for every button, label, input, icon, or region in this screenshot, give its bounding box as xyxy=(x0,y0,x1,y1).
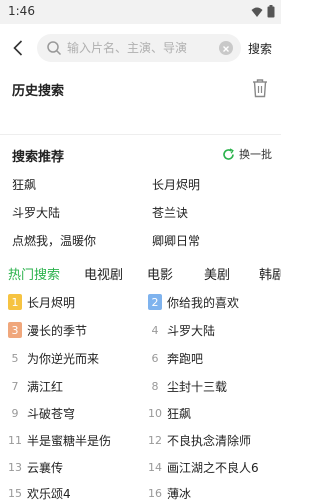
hot-list-item[interactable]: 8 尘封十三载 xyxy=(148,375,228,397)
rank-number: 16 xyxy=(148,486,162,500)
hot-title: 漫长的季节 xyxy=(27,323,88,338)
hot-title: 云襄传 xyxy=(27,460,64,475)
recommend-item[interactable]: 苍兰诀 xyxy=(152,204,188,221)
tab-hot[interactable]: 热门搜索 xyxy=(8,264,60,283)
hot-list-item[interactable]: 16 薄冰 xyxy=(148,482,191,500)
trash-icon[interactable] xyxy=(251,78,269,98)
tab-movie[interactable]: 电影 xyxy=(147,264,173,283)
hot-list-item[interactable]: 4 斗罗大陆 xyxy=(148,319,216,341)
hot-list-item[interactable]: 9 斗破苍穹 xyxy=(8,402,76,424)
section-divider xyxy=(0,134,281,135)
clear-x-icon xyxy=(223,46,229,52)
hot-list-item[interactable]: 14 画江湖之不良人6 xyxy=(148,456,259,478)
rank-number: 8 xyxy=(151,379,159,393)
recommend-item[interactable]: 卿卿日常 xyxy=(152,232,200,249)
status-icons xyxy=(251,5,275,18)
back-arrow-icon xyxy=(13,40,23,56)
hot-title: 满江红 xyxy=(27,379,64,394)
rank-number: 5 xyxy=(11,351,19,365)
clear-icon[interactable] xyxy=(219,41,233,55)
rank-number: 4 xyxy=(151,323,159,337)
rank-number: 14 xyxy=(148,460,162,474)
hot-title: 奔跑吧 xyxy=(167,351,204,366)
search-input[interactable] xyxy=(67,38,217,58)
rank-number: 10 xyxy=(148,406,162,420)
history-title: 历史搜索 xyxy=(12,84,65,99)
search-button[interactable]: 搜索 xyxy=(248,40,272,57)
recommend-item[interactable]: 斗罗大陆 xyxy=(12,204,60,221)
recommend-item[interactable]: 长月烬明 xyxy=(152,176,200,193)
rank-number: 12 xyxy=(148,433,162,447)
hot-list-item[interactable]: 15 欢乐颂4 xyxy=(8,482,71,500)
rank-badge: 1 xyxy=(8,294,22,310)
hot-list-item[interactable]: 2 你给我的喜欢 xyxy=(148,291,239,313)
status-time: 1:46 xyxy=(8,4,35,18)
recommend-title: 搜索推荐 xyxy=(12,150,65,165)
recommend-item[interactable]: 点燃我，温暖你 xyxy=(12,232,96,249)
search-icon xyxy=(47,41,62,56)
hot-list-item[interactable]: 5 为你逆光而来 xyxy=(8,347,100,369)
refresh-label: 换一批 xyxy=(239,148,272,161)
hot-title: 为你逆光而来 xyxy=(27,351,100,366)
tab-tv[interactable]: 电视剧 xyxy=(84,264,123,283)
wifi-icon xyxy=(251,7,263,17)
hot-title: 半是蜜糖半是伤 xyxy=(27,433,112,448)
hot-title: 欢乐颂4 xyxy=(27,486,71,500)
hot-list-item[interactable]: 6 奔跑吧 xyxy=(148,347,204,369)
hot-title: 斗破苍穹 xyxy=(27,406,76,421)
hot-title: 斗罗大陆 xyxy=(167,323,216,338)
status-bar: 1:46 xyxy=(0,0,281,24)
rank-number: 11 xyxy=(8,433,22,447)
hot-list-item[interactable]: 12 不良执念清除师 xyxy=(148,429,251,451)
recommend-item[interactable]: 狂飙 xyxy=(12,176,36,193)
rank-badge: 2 xyxy=(148,294,162,310)
rank-number: 13 xyxy=(8,460,22,474)
hot-list-item[interactable]: 13 云襄传 xyxy=(8,456,63,478)
hot-list-item[interactable]: 10 狂飙 xyxy=(148,402,191,424)
hot-title: 不良执念清除师 xyxy=(167,433,252,448)
rank-badge: 3 xyxy=(8,322,22,338)
rank-number: 9 xyxy=(11,406,19,420)
search-header: 搜索 xyxy=(0,28,281,68)
hot-title: 尘封十三载 xyxy=(167,379,228,394)
hot-title: 狂飙 xyxy=(167,406,192,421)
battery-icon xyxy=(267,5,275,18)
search-box[interactable] xyxy=(37,34,241,62)
rank-number: 7 xyxy=(11,379,19,393)
hot-list-item[interactable]: 1 长月烬明 xyxy=(8,291,75,313)
back-button[interactable] xyxy=(8,36,28,60)
rank-number: 15 xyxy=(8,486,22,500)
hot-title: 你给我的喜欢 xyxy=(167,295,240,310)
tab-korean-drama[interactable]: 韩剧 xyxy=(259,264,281,283)
hot-list-item[interactable]: 11 半是蜜糖半是伤 xyxy=(8,429,111,451)
rank-number: 6 xyxy=(151,351,159,365)
hot-title: 画江湖之不良人6 xyxy=(167,460,259,475)
refresh-icon xyxy=(223,147,234,160)
tab-us-drama[interactable]: 美剧 xyxy=(204,264,230,283)
hot-list-item[interactable]: 7 满江红 xyxy=(8,375,64,397)
hot-list-item[interactable]: 3 漫长的季节 xyxy=(8,319,87,341)
category-tabs: 热门搜索 电视剧 电影 美剧 韩剧 xyxy=(0,264,281,288)
hot-title: 薄冰 xyxy=(167,486,192,500)
hot-title: 长月烬明 xyxy=(27,295,76,310)
refresh-button[interactable]: 换一批 xyxy=(222,146,272,162)
